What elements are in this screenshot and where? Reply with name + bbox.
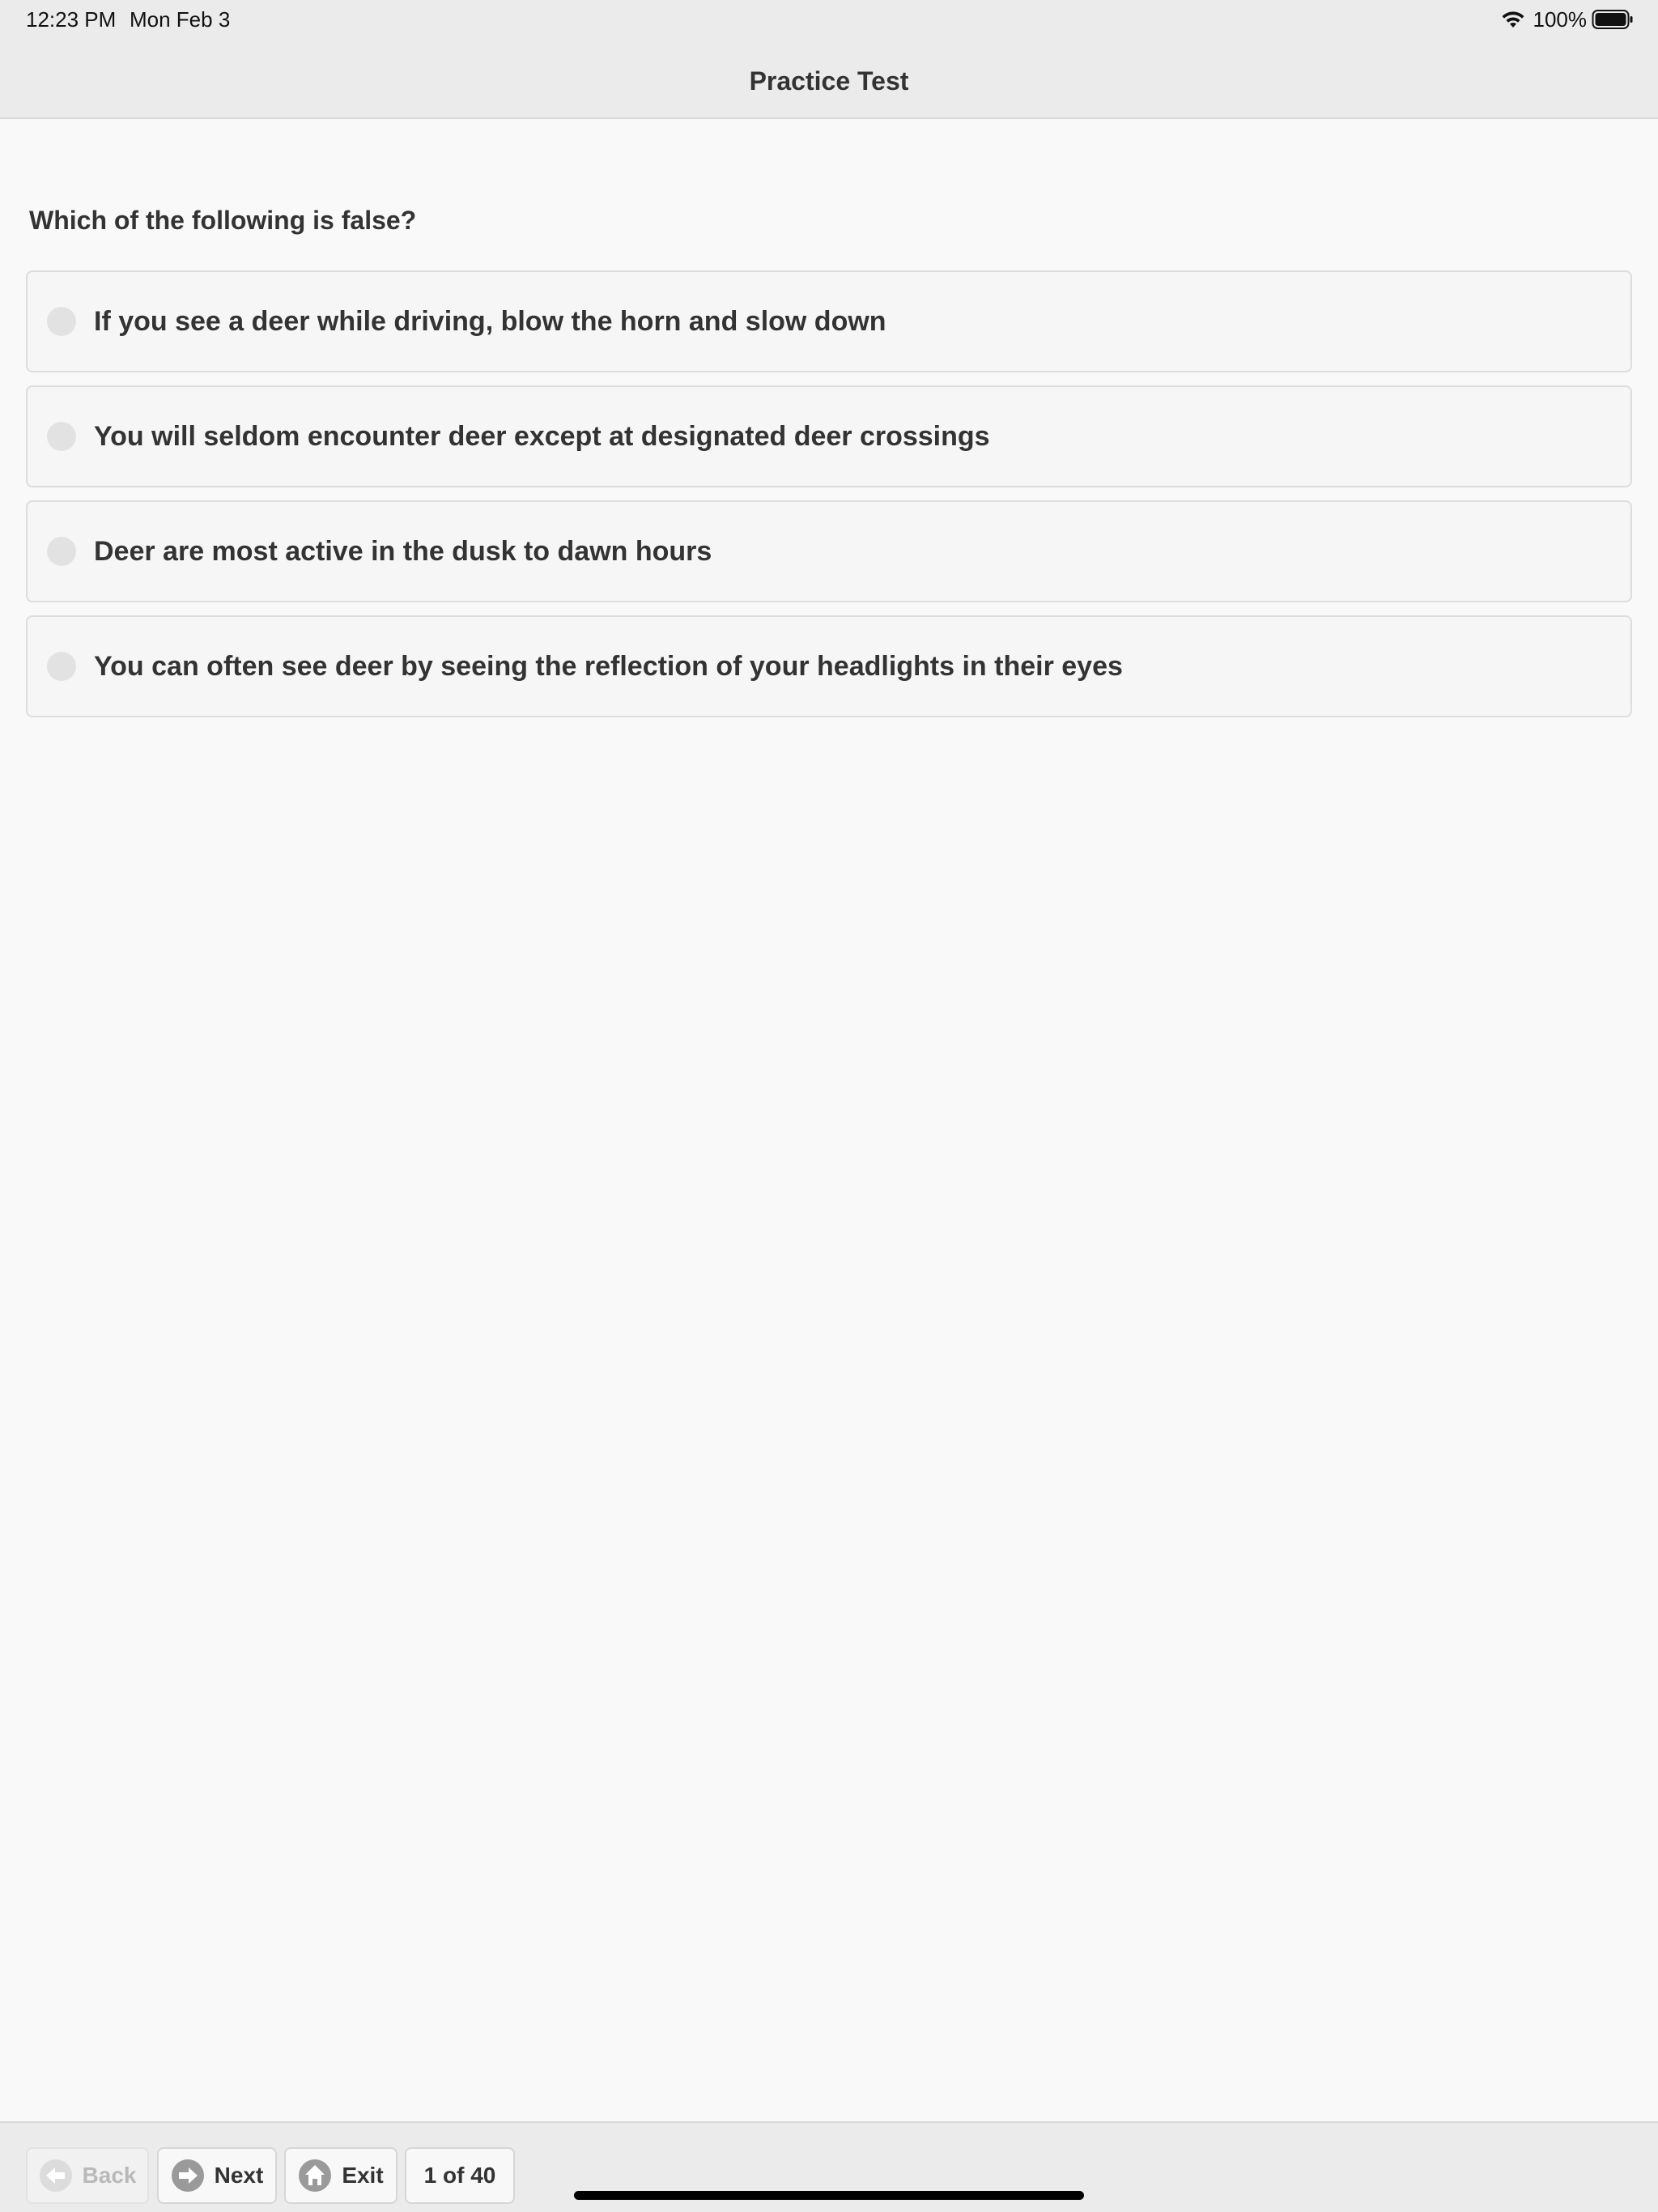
answer-label: You will seldom encounter deer except at… (94, 420, 990, 452)
answer-label: If you see a deer while driving, blow th… (94, 305, 886, 337)
answer-label: Deer are most active in the dusk to dawn… (94, 535, 712, 567)
page-title: Practice Test (749, 66, 909, 96)
status-time: 12:23 PM (26, 7, 117, 32)
radio-button-icon[interactable] (47, 537, 76, 566)
header: 12:23 PM Mon Feb 3 100% Practice Test (0, 0, 1658, 119)
home-indicator[interactable] (574, 2191, 1084, 2200)
question-text: Which of the following is false? (29, 206, 417, 235)
radio-button-icon[interactable] (47, 307, 76, 336)
next-label: Next (214, 2163, 264, 2188)
question-counter-label: 1 of 40 (423, 2163, 496, 2188)
next-button[interactable]: Next (157, 2147, 277, 2204)
arrow-left-circle-icon (39, 2159, 72, 2192)
exit-label: Exit (342, 2163, 384, 2188)
answer-option-2[interactable]: You will seldom encounter deer except at… (26, 385, 1632, 487)
radio-button-icon[interactable] (47, 652, 76, 681)
status-date: Mon Feb 3 (130, 7, 231, 32)
answer-option-4[interactable]: You can often see deer by seeing the ref… (26, 615, 1632, 717)
battery-icon (1592, 10, 1633, 29)
answer-list: If you see a deer while driving, blow th… (26, 270, 1632, 730)
back-label: Back (82, 2163, 137, 2188)
answer-option-3[interactable]: Deer are most active in the dusk to dawn… (26, 500, 1632, 602)
answer-label: You can often see deer by seeing the ref… (94, 650, 1123, 682)
status-bar: 12:23 PM Mon Feb 3 100% (0, 0, 1658, 39)
radio-button-icon[interactable] (47, 422, 76, 451)
exit-button[interactable]: Exit (284, 2147, 397, 2204)
battery-percentage: 100% (1533, 6, 1588, 32)
answer-option-1[interactable]: If you see a deer while driving, blow th… (26, 270, 1632, 372)
question-counter: 1 of 40 (405, 2147, 515, 2204)
practice-test-screen: 12:23 PM Mon Feb 3 100% Practice Test Wh… (0, 0, 1658, 2212)
home-circle-icon (299, 2159, 332, 2192)
arrow-right-circle-icon (171, 2159, 204, 2192)
status-indicators: 100% (1501, 6, 1635, 32)
back-button[interactable]: Back (26, 2147, 149, 2204)
wifi-icon (1502, 11, 1524, 28)
